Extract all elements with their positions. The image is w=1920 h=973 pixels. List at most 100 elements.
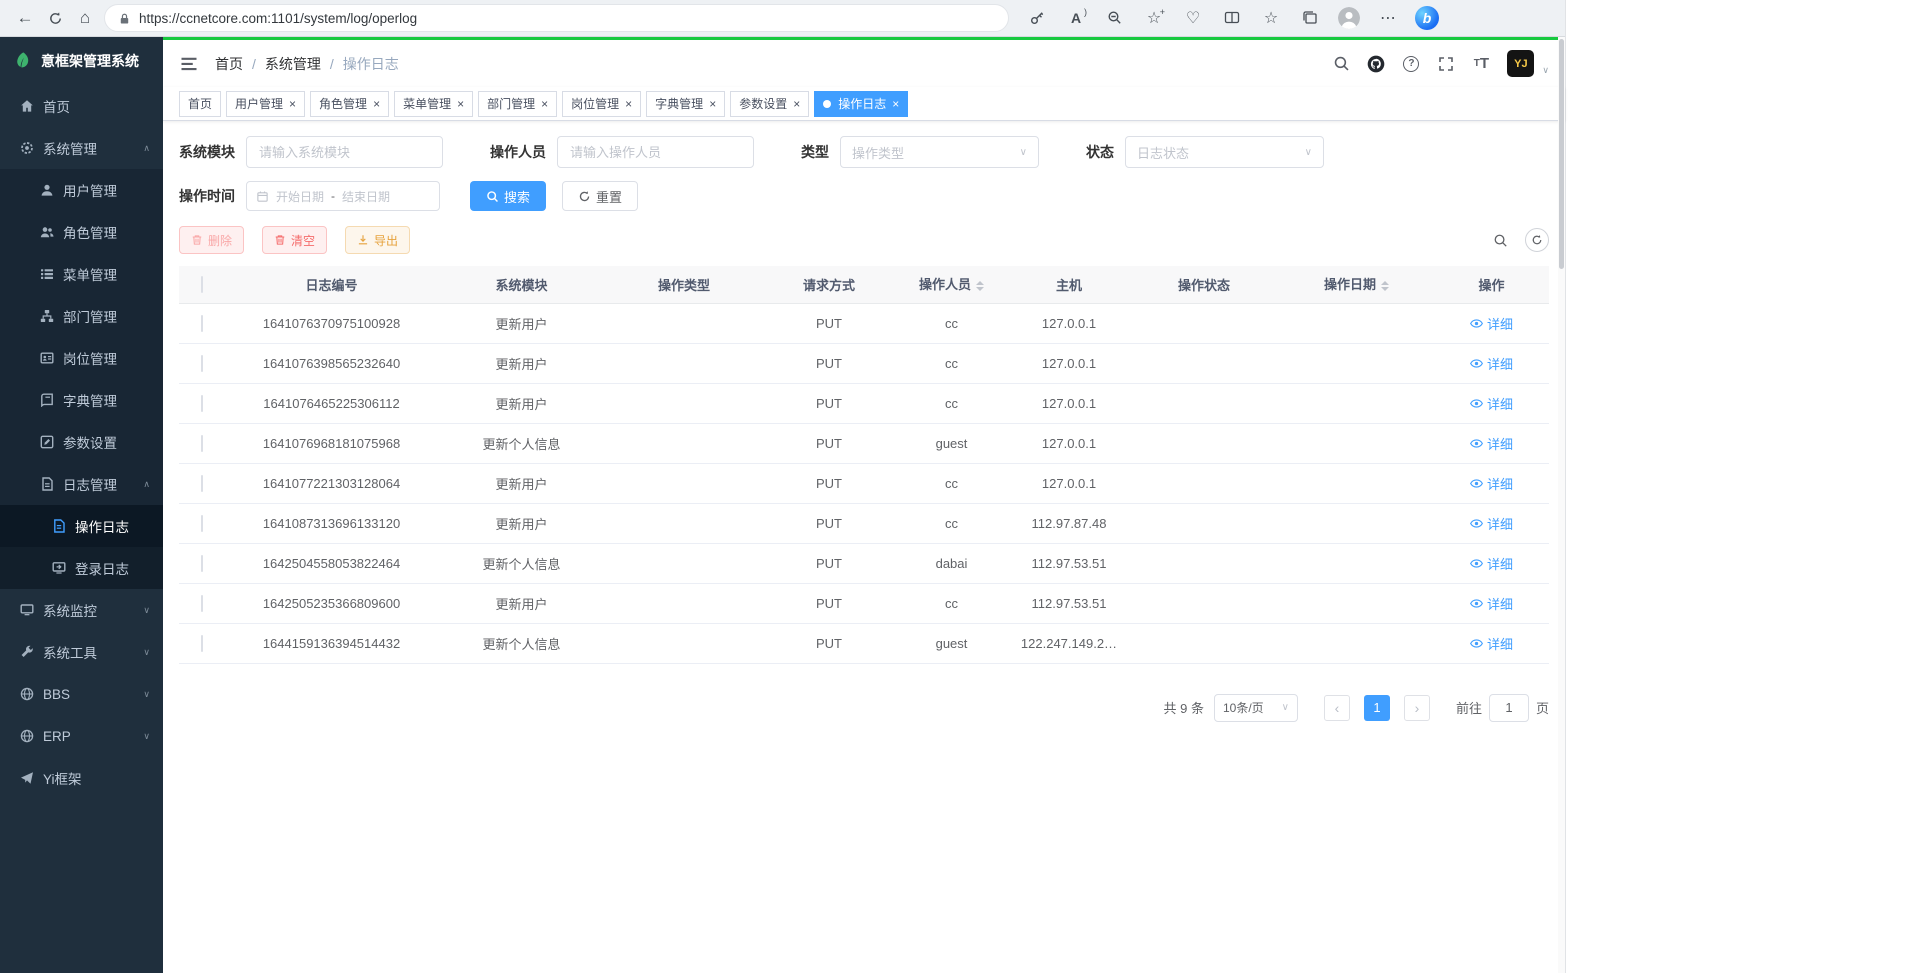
type-select[interactable]: 操作类型 ∨ [840,136,1039,168]
row-checkbox[interactable] [201,315,203,332]
prev-page-button[interactable]: ‹ [1324,695,1350,721]
close-icon[interactable]: × [892,98,899,110]
status-select[interactable]: 日志状态 ∨ [1125,136,1324,168]
browser-back-button[interactable]: ← [10,3,40,33]
operator-input[interactable] [557,136,754,168]
sidebar-item-system-tools[interactable]: 系统工具 ∨ [0,631,163,673]
breadcrumb-home[interactable]: 首页 [215,54,243,74]
sidebar-item-dictionary-management[interactable]: 字典管理 [0,379,163,421]
browser-essentials-icon[interactable]: ♡ [1181,6,1205,30]
page-size-select[interactable]: 10条/页 ∨ [1214,694,1298,722]
detail-link[interactable]: 详细 [1470,554,1513,573]
detail-link[interactable]: 详细 [1470,434,1513,453]
tab-parameter-settings[interactable]: 参数设置× [730,91,809,117]
sidebar-item-bbs[interactable]: BBS ∨ [0,673,163,715]
row-checkbox[interactable] [201,475,203,492]
tab-home[interactable]: 首页 [179,91,221,117]
sidebar-item-system-management[interactable]: 系统管理 ∧ [0,127,163,169]
date-range-picker[interactable]: 开始日期 - 结束日期 [246,181,440,211]
sort-icon[interactable] [1381,277,1389,295]
tab-user-management[interactable]: 用户管理× [226,91,305,117]
sidebar-item-post-management[interactable]: 岗位管理 [0,337,163,379]
sidebar-item-home[interactable]: 首页 [0,85,163,127]
page-scrollbar[interactable] [1558,37,1565,973]
module-input[interactable] [246,136,443,168]
detail-link[interactable]: 详细 [1470,594,1513,613]
settings-menu-icon[interactable]: ⋯ [1376,6,1400,30]
current-page[interactable]: 1 [1364,695,1390,721]
row-checkbox[interactable] [201,435,203,452]
copilot-icon[interactable]: b [1415,6,1439,30]
tab-operation-log[interactable]: 操作日志× [814,91,908,117]
detail-link[interactable]: 详细 [1470,394,1513,413]
row-checkbox[interactable] [201,355,203,372]
refresh-table-icon[interactable] [1525,228,1549,252]
sidebar-item-role-management[interactable]: 角色管理 [0,211,163,253]
export-button[interactable]: 导出 [345,226,410,254]
help-icon[interactable]: ? [1402,55,1420,73]
detail-link[interactable]: 详细 [1470,474,1513,493]
sidebar-item-yi-framework[interactable]: Yi框架 [0,757,163,799]
read-aloud-icon[interactable]: A) [1064,6,1088,30]
add-favorite-icon[interactable]: ☆+ [1142,6,1166,30]
col-date[interactable]: 操作日期 [1279,266,1434,303]
close-icon[interactable]: × [373,98,380,110]
row-checkbox[interactable] [201,395,203,412]
next-page-button[interactable]: › [1404,695,1430,721]
hamburger-icon[interactable] [179,54,199,74]
sidebar-item-operation-log[interactable]: 操作日志 [0,505,163,547]
chevron-down-icon[interactable]: ∨ [1542,65,1549,76]
row-checkbox[interactable] [201,635,203,652]
address-bar[interactable]: https://ccnetcore.com:1101/system/log/op… [104,4,1009,32]
close-icon[interactable]: × [625,98,632,110]
collections-icon[interactable] [1298,6,1322,30]
fullscreen-icon[interactable] [1437,55,1455,73]
row-checkbox[interactable] [201,515,203,532]
sort-icon[interactable] [976,277,984,295]
clear-button[interactable]: 清空 [262,226,327,254]
user-avatar[interactable]: YJ [1507,50,1534,77]
browser-refresh-button[interactable] [40,3,70,33]
detail-link[interactable]: 详细 [1470,314,1513,333]
breadcrumb-system[interactable]: 系统管理 [265,54,321,74]
detail-link[interactable]: 详细 [1470,354,1513,373]
sidebar-item-menu-management[interactable]: 菜单管理 [0,253,163,295]
sidebar-item-department-management[interactable]: 部门管理 [0,295,163,337]
detail-link[interactable]: 详细 [1470,514,1513,533]
tab-post-management[interactable]: 岗位管理× [562,91,641,117]
detail-link[interactable]: 详细 [1470,634,1513,653]
search-icon[interactable] [1332,55,1350,73]
select-all-checkbox[interactable] [201,276,203,293]
scrollbar-thumb[interactable] [1559,39,1564,269]
sidebar-item-erp[interactable]: ERP ∨ [0,715,163,757]
close-icon[interactable]: × [793,98,800,110]
favorites-icon[interactable]: ☆ [1259,6,1283,30]
row-checkbox[interactable] [201,555,203,572]
tab-menu-management[interactable]: 菜单管理× [394,91,473,117]
zoom-out-icon[interactable] [1103,6,1127,30]
tab-department-management[interactable]: 部门管理× [478,91,557,117]
sidebar-item-system-monitor[interactable]: 系统监控 ∨ [0,589,163,631]
goto-page-input[interactable] [1489,694,1529,722]
text-size-icon[interactable]: TT [1472,55,1490,73]
close-icon[interactable]: × [289,98,296,110]
sidebar-item-user-management[interactable]: 用户管理 [0,169,163,211]
sidebar-item-parameter-settings[interactable]: 参数设置 [0,421,163,463]
profile-avatar[interactable] [1337,6,1361,30]
github-icon[interactable] [1367,55,1385,73]
split-screen-icon[interactable] [1220,6,1244,30]
delete-button[interactable]: 删除 [179,226,244,254]
sidebar-item-log-management[interactable]: 日志管理 ∧ [0,463,163,505]
close-icon[interactable]: × [541,98,548,110]
reset-button[interactable]: 重置 [562,181,638,211]
tab-role-management[interactable]: 角色管理× [310,91,389,117]
search-button[interactable]: 搜索 [470,181,546,211]
passwords-icon[interactable] [1025,6,1049,30]
close-icon[interactable]: × [457,98,464,110]
show-search-icon[interactable] [1491,231,1509,249]
sidebar-item-login-log[interactable]: 登录日志 [0,547,163,589]
tab-dictionary-management[interactable]: 字典管理× [646,91,725,117]
col-operator[interactable]: 操作人员 [894,266,1009,303]
close-icon[interactable]: × [709,98,716,110]
browser-home-button[interactable]: ⌂ [70,3,100,33]
